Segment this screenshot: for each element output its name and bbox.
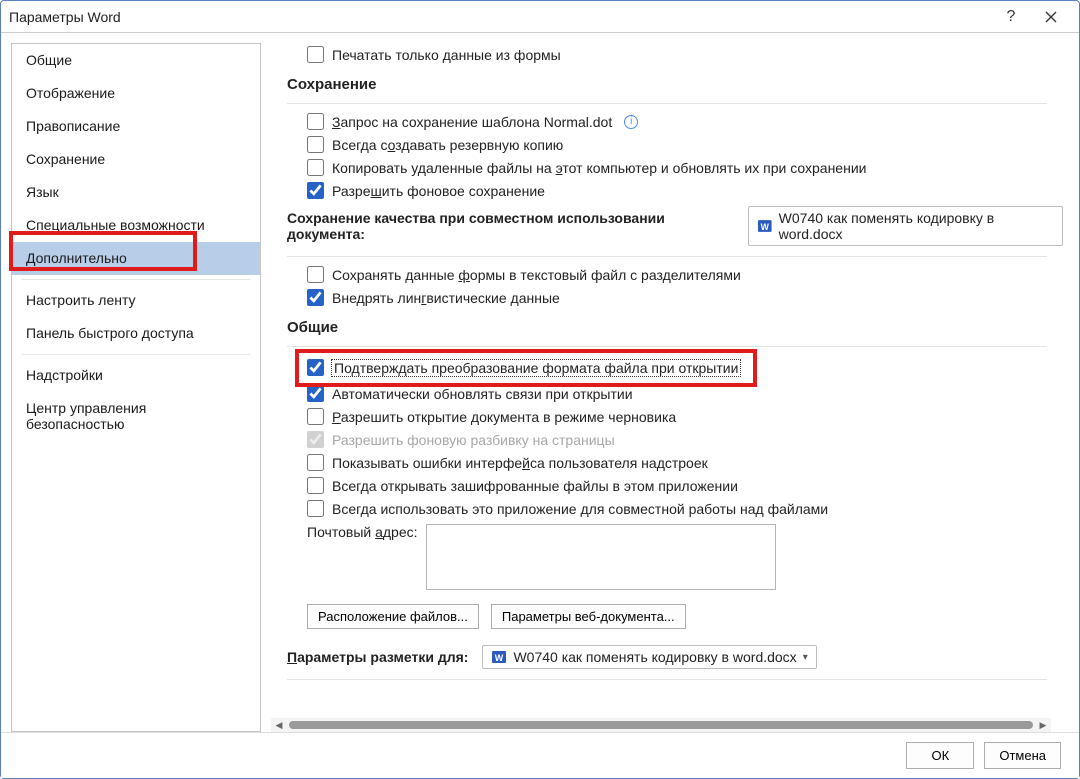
scroll-right-icon[interactable]: ▶ [1035,720,1051,731]
option-form-data-text[interactable]: Сохранять данные формы в текстовый файл … [271,263,1063,286]
option-label: Разрешить фоновую разбивку на страницы [332,432,615,448]
checkbox-background-save[interactable] [307,182,324,199]
main-scroll-area[interactable]: Печатать только данные из формы Сохранен… [271,43,1065,732]
option-label: Внедрять лингвистические данные [332,290,560,306]
option-label: Всегда создавать резервную копию [332,137,563,153]
checkbox-linguistic[interactable] [307,289,324,306]
section-rule [287,103,1047,104]
dialog-footer: ОК Отмена [1,732,1079,778]
sidebar-separator [22,354,250,355]
section-rule [287,346,1047,347]
option-confirm-conversion[interactable]: Подтверждать преобразование формата файл… [271,353,1063,382]
section-rule [287,679,1047,680]
option-open-encrypted[interactable]: Всегда открывать зашифрованные файлы в э… [271,474,1063,497]
svg-text:W: W [495,653,504,663]
sidebar-item-customize-ribbon[interactable]: Настроить ленту [12,284,260,317]
sidebar-item-accessibility[interactable]: Специальные возможности [12,209,260,242]
option-collab-app[interactable]: Всегда использовать это приложение для с… [271,497,1063,520]
option-normal-dot[interactable]: Запрос на сохранение шаблона Normal.dot … [271,110,1063,133]
section-head-general: Общие [271,309,1063,342]
general-options-group: Подтверждать преобразование формата файл… [271,353,1063,635]
document-name: W0740 как поменять кодировку в word.docx [779,210,1054,242]
sidebar-item-save[interactable]: Сохранение [12,143,260,176]
checkbox-copy-remote[interactable] [307,159,324,176]
sidebar-item-language[interactable]: Язык [12,176,260,209]
checkbox-auto-links[interactable] [307,385,324,402]
option-print-form-data[interactable]: Печатать только данные из формы [271,43,1063,66]
checkbox-encrypted[interactable] [307,477,324,494]
horizontal-scrollbar[interactable]: ◀ ▶ [271,718,1051,732]
section-head-layout: Параметры разметки для: W W0740 как поме… [271,635,1063,675]
section-head-save: Сохранение [271,66,1063,99]
option-embed-linguistic[interactable]: Внедрять лингвистические данные [271,286,1063,309]
document-selector-layout[interactable]: W W0740 как поменять кодировку в word.do… [482,645,816,669]
option-label: Разрешить фоновое сохранение [332,183,545,199]
option-label: Копировать удаленные файлы на этот компь… [332,160,866,176]
option-label: Автоматически обновлять связи при открыт… [332,386,633,402]
sidebar: Общие Отображение Правописание Сохранени… [11,43,261,732]
section-rule [287,256,1047,257]
option-label: Показывать ошибки интерфейса пользовател… [332,455,708,471]
checkbox-bg-repag [307,431,324,448]
option-label: Запрос на сохранение шаблона Normal.dot [332,114,612,130]
close-icon [1045,11,1057,23]
sidebar-item-display[interactable]: Отображение [12,77,260,110]
titlebar: Параметры Word ? [1,1,1079,33]
help-button[interactable]: ? [991,3,1031,31]
window-title: Параметры Word [9,9,991,25]
section-head-label: Сохранение качества при совместном испол… [287,210,734,242]
chevron-down-icon: ▾ [803,652,808,663]
sidebar-item-addins[interactable]: Надстройки [12,359,260,392]
option-background-save[interactable]: Разрешить фоновое сохранение [271,179,1063,202]
option-open-draft[interactable]: Разрешить открытие документа в режиме че… [271,405,1063,428]
sidebar-item-proofing[interactable]: Правописание [12,110,260,143]
mail-label: Почтовый адрес: [307,524,418,540]
section-head-label: Параметры разметки для: [287,649,468,665]
sidebar-item-quick-access[interactable]: Панель быстрого доступа [12,317,260,350]
option-label: Печатать только данные из формы [332,47,561,63]
option-label: Подтверждать преобразование формата файл… [332,360,740,376]
file-buttons-row: Расположение файлов... Параметры веб-док… [271,594,1063,635]
option-copy-remote[interactable]: Копировать удаленные файлы на этот компь… [271,156,1063,179]
sidebar-item-advanced[interactable]: Дополнительно [12,242,260,275]
scrollbar-thumb[interactable] [289,721,1033,729]
checkbox-confirm-conv[interactable] [307,359,324,376]
option-label: Сохранять данные формы в текстовый файл … [332,267,741,283]
option-addin-errors[interactable]: Показывать ошибки интерфейса пользовател… [271,451,1063,474]
mail-address-row: Почтовый адрес: [271,520,1063,594]
option-label: Разрешить открытие документа в режиме че… [332,409,676,425]
document-name: W0740 как поменять кодировку в word.docx [513,649,796,665]
cancel-button[interactable]: Отмена [984,742,1061,769]
checkbox-normal-dot[interactable] [307,113,324,130]
section-head-share-quality: Сохранение качества при совместном испол… [271,202,1063,252]
ok-button[interactable]: ОК [906,742,974,769]
svg-text:W: W [761,222,770,232]
checkbox-draft[interactable] [307,408,324,425]
checkbox-backup[interactable] [307,136,324,153]
checkbox-collab[interactable] [307,500,324,517]
option-backup[interactable]: Всегда создавать резервную копию [271,133,1063,156]
sidebar-item-trust-center[interactable]: Центр управления безопасностью [12,392,260,441]
option-auto-update-links[interactable]: Автоматически обновлять связи при открыт… [271,382,1063,405]
main-panel: Печатать только данные из формы Сохранен… [271,43,1065,732]
scroll-left-icon[interactable]: ◀ [271,720,287,731]
checkbox-form-data[interactable] [307,266,324,283]
word-icon: W [757,218,773,234]
document-selector-share[interactable]: W W0740 как поменять кодировку в word.do… [748,206,1063,246]
web-options-button[interactable]: Параметры веб-документа... [491,604,686,629]
option-label: Всегда открывать зашифрованные файлы в э… [332,478,738,494]
close-button[interactable] [1031,3,1071,31]
sidebar-separator [22,279,250,280]
checkbox-print-form[interactable] [307,46,324,63]
word-icon: W [491,649,507,665]
file-locations-button[interactable]: Расположение файлов... [307,604,479,629]
info-icon[interactable]: i [624,115,638,129]
mail-textarea[interactable] [426,524,776,590]
option-label: Всегда использовать это приложение для с… [332,501,828,517]
checkbox-addin-errors[interactable] [307,454,324,471]
sidebar-item-general[interactable]: Общие [12,44,260,77]
option-background-repagination: Разрешить фоновую разбивку на страницы [271,428,1063,451]
